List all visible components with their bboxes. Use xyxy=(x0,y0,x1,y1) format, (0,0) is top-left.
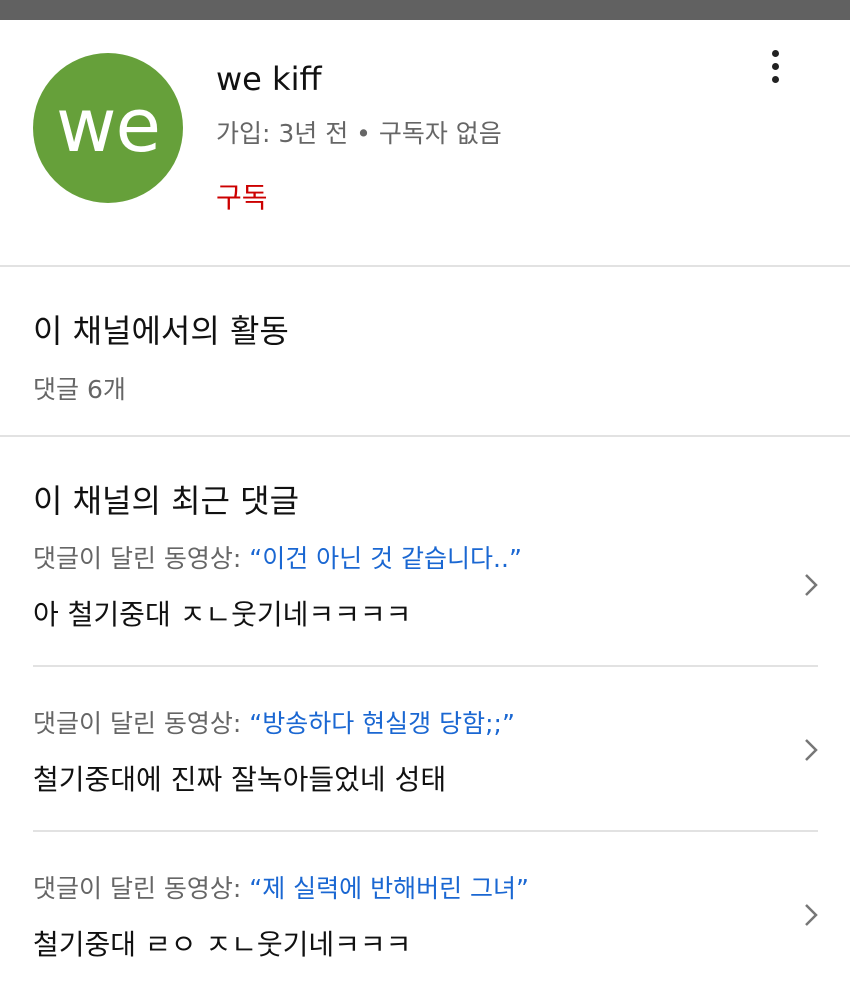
chevron-right-icon xyxy=(805,574,818,596)
more-vert-icon[interactable] xyxy=(762,48,790,86)
comment-video-prefix: 댓글이 달린 동영상: xyxy=(33,874,250,903)
comment-row[interactable]: 댓글이 달린 동영상: “이건 아닌 것 같습니다..” 아 철기중대 ㅈㄴ웃기… xyxy=(0,530,850,660)
chevron-right-icon xyxy=(805,904,818,926)
comment-text: 철기중대 ㄹㅇ ㅈㄴ웃기네ㅋㅋㅋ xyxy=(33,928,412,961)
comment-video-label: 댓글이 달린 동영상: “방송하다 현실갱 당함;;” xyxy=(33,704,515,740)
section-divider xyxy=(0,435,850,437)
comment-video-prefix: 댓글이 달린 동영상: xyxy=(33,544,250,573)
comment-video-title[interactable]: “방송하다 현실갱 당함;;” xyxy=(249,709,515,738)
recent-comments-title: 이 채널의 최근 댓글 xyxy=(33,482,300,520)
comment-video-label: 댓글이 달린 동영상: “이건 아닌 것 같습니다..” xyxy=(33,539,522,575)
subscribe-button[interactable]: 구독 xyxy=(216,176,268,216)
comment-text: 철기중대에 진짜 잘녹아들었네 성태 xyxy=(33,763,447,796)
row-divider xyxy=(33,830,818,832)
comment-video-title[interactable]: “이건 아닌 것 같습니다..” xyxy=(249,544,522,573)
channel-name: we kiff xyxy=(216,60,322,98)
comment-row[interactable]: 댓글이 달린 동영상: “방송하다 현실갱 당함;;” 철기중대에 진짜 잘녹아… xyxy=(0,695,850,825)
avatar-text: we xyxy=(55,83,161,169)
comment-video-prefix: 댓글이 달린 동영상: xyxy=(33,709,250,738)
comment-video-title[interactable]: “제 실력에 반해버린 그녀” xyxy=(249,874,529,903)
comment-count: 댓글 6개 xyxy=(33,375,126,404)
comment-row[interactable]: 댓글이 달린 동영상: “제 실력에 반해버린 그녀” 철기중대 ㄹㅇ ㅈㄴ웃기… xyxy=(0,860,850,990)
comment-video-label: 댓글이 달린 동영상: “제 실력에 반해버린 그녀” xyxy=(33,869,529,905)
status-bar xyxy=(0,0,850,20)
channel-meta: 가입: 3년 전 • 구독자 없음 xyxy=(216,119,502,148)
row-divider xyxy=(33,665,818,667)
activity-title: 이 채널에서의 활동 xyxy=(33,312,289,350)
section-divider xyxy=(0,265,850,267)
chevron-right-icon xyxy=(805,739,818,761)
comment-text: 아 철기중대 ㅈㄴ웃기네ㅋㅋㅋㅋ xyxy=(33,598,412,631)
avatar[interactable]: we xyxy=(33,53,183,203)
